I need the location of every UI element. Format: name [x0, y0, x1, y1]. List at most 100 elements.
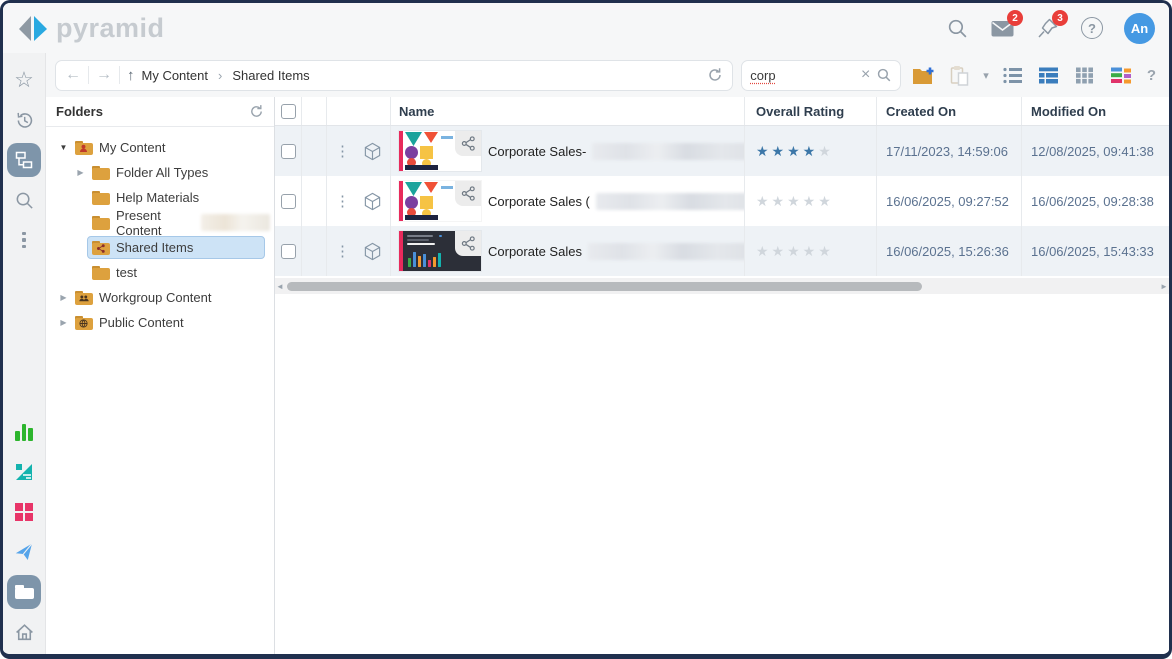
refresh-button[interactable]	[707, 67, 723, 83]
sidebar-item-search[interactable]	[7, 183, 41, 217]
row-menu-icon[interactable]: ⋮	[335, 144, 350, 159]
redacted-text	[201, 214, 269, 231]
breadcrumb-root[interactable]: My Content	[142, 68, 208, 83]
tree-item-workgroup-content[interactable]: ▶ Workgroup Content	[46, 285, 274, 310]
search-icon	[946, 17, 969, 40]
item-name[interactable]: Corporate Sales	[488, 244, 582, 259]
ellipsis-icon	[22, 232, 26, 249]
table-row[interactable]: ⋮	[275, 176, 1169, 226]
column-header-rating[interactable]: Overall Rating	[756, 104, 844, 119]
collapse-arrow-icon[interactable]: ▼	[60, 143, 68, 152]
folder-icon	[92, 191, 110, 205]
tree-item-label: My Content	[99, 140, 165, 155]
forward-button[interactable]: →	[96, 67, 112, 83]
column-header-name[interactable]: Name	[399, 104, 434, 119]
redacted-text	[596, 193, 745, 210]
sidebar-item-favorites[interactable]: ☆	[7, 63, 41, 97]
filter-search-input[interactable]: corp ×	[741, 60, 901, 91]
rating-stars[interactable]: ★★★★★	[756, 193, 834, 210]
scroll-left-icon[interactable]: ◄	[275, 282, 285, 291]
table-row[interactable]: ⋮	[275, 126, 1169, 176]
breadcrumb-current[interactable]: Shared Items	[232, 68, 309, 83]
tree-item-shared-items[interactable]: Shared Items	[46, 235, 274, 260]
new-folder-button[interactable]	[909, 61, 937, 89]
sidebar-item-discover[interactable]	[7, 415, 41, 449]
sidebar-item-publish[interactable]	[7, 495, 41, 529]
back-button[interactable]: ←	[65, 67, 81, 83]
grid-view-button[interactable]	[1071, 61, 1099, 89]
scroll-right-icon[interactable]: ►	[1159, 282, 1169, 291]
row-menu-icon[interactable]: ⋮	[335, 244, 350, 259]
column-header-created[interactable]: Created On	[886, 104, 956, 119]
select-all-checkbox[interactable]	[281, 104, 296, 119]
folder-icon	[92, 266, 110, 280]
details-view-icon	[1039, 67, 1059, 84]
expand-arrow-icon[interactable]: ▶	[60, 293, 66, 302]
expand-arrow-icon[interactable]: ▶	[77, 168, 83, 177]
paste-button[interactable]	[945, 61, 973, 89]
clear-search-icon[interactable]: ×	[861, 67, 870, 83]
rating-stars[interactable]: ★★★★★	[756, 143, 834, 160]
sidebar-item-content-manager[interactable]	[7, 575, 41, 609]
toolbar-help-button[interactable]: ?	[1143, 67, 1160, 84]
share-icon	[461, 136, 476, 151]
tree-item-test[interactable]: test	[46, 260, 274, 285]
user-avatar[interactable]: An	[1124, 13, 1155, 44]
global-search-button[interactable]	[944, 15, 970, 41]
table-row[interactable]: ⋮	[275, 226, 1169, 276]
tree-item-public-content[interactable]: ▶ Public Content	[46, 310, 274, 335]
expand-arrow-icon[interactable]: ▶	[60, 318, 66, 327]
scrollbar-thumb[interactable]	[287, 282, 922, 291]
folders-refresh-button[interactable]	[249, 104, 264, 119]
app-window: pyramid 2 3 ? An ☆	[0, 0, 1172, 659]
row-checkbox[interactable]	[281, 144, 296, 159]
redacted-text	[588, 243, 745, 260]
search-icon	[14, 190, 35, 211]
sidebar-item-home[interactable]	[7, 615, 41, 649]
list-view-button[interactable]	[999, 61, 1027, 89]
sidebar-item-distribute[interactable]	[7, 535, 41, 569]
paste-dropdown-caret[interactable]: ▾	[983, 69, 989, 82]
item-name[interactable]: Corporate Sales (	[488, 194, 590, 209]
tree-item-my-content[interactable]: ▼ My Content	[46, 135, 274, 160]
alerts-button[interactable]: 3	[1034, 15, 1060, 41]
up-button[interactable]: ↑	[127, 68, 135, 83]
refresh-icon	[707, 67, 723, 83]
tags-view-icon	[1110, 67, 1131, 84]
rating-stars[interactable]: ★★★★★	[756, 243, 834, 260]
home-icon	[14, 622, 35, 643]
horizontal-scrollbar[interactable]: ◄ ►	[275, 278, 1169, 294]
messages-button[interactable]: 2	[989, 15, 1015, 41]
help-button[interactable]: ?	[1079, 15, 1105, 41]
cube-icon[interactable]	[363, 142, 382, 161]
cube-icon[interactable]	[363, 192, 382, 211]
details-view-button[interactable]	[1035, 61, 1063, 89]
tags-view-button[interactable]	[1107, 61, 1135, 89]
folder-icon	[92, 166, 110, 180]
tree-item-label: test	[116, 265, 137, 280]
logo-text: pyramid	[56, 15, 165, 42]
new-folder-icon	[912, 66, 935, 85]
row-checkbox[interactable]	[281, 194, 296, 209]
column-header-modified[interactable]: Modified On	[1031, 104, 1106, 119]
item-name[interactable]: Corporate Sales-	[488, 144, 586, 159]
sidebar-item-present[interactable]	[7, 455, 41, 489]
sidebar-item-content-tree[interactable]	[7, 143, 41, 177]
cube-icon[interactable]	[363, 242, 382, 261]
tree-item-present-content[interactable]: Present Content	[46, 210, 274, 235]
sidebar-item-more[interactable]	[7, 223, 41, 257]
tree-item-folder-all-types[interactable]: ▶ Folder All Types	[46, 160, 274, 185]
scrollbar-track[interactable]	[285, 278, 1159, 294]
tree-item-help-materials[interactable]: Help Materials	[46, 185, 274, 210]
shared-badge	[455, 131, 481, 156]
sidebar-item-history[interactable]	[7, 103, 41, 137]
bar-chart-icon	[15, 424, 33, 441]
search-icon[interactable]	[876, 67, 892, 83]
item-thumbnail	[399, 181, 481, 221]
folder-globe-icon	[75, 316, 93, 330]
folder-tree: ▼ My Content ▶	[46, 127, 274, 335]
folders-panel: Folders ▼ My Content	[46, 97, 275, 657]
search-query-text[interactable]: corp	[750, 68, 855, 83]
row-menu-icon[interactable]: ⋮	[335, 194, 350, 209]
row-checkbox[interactable]	[281, 244, 296, 259]
